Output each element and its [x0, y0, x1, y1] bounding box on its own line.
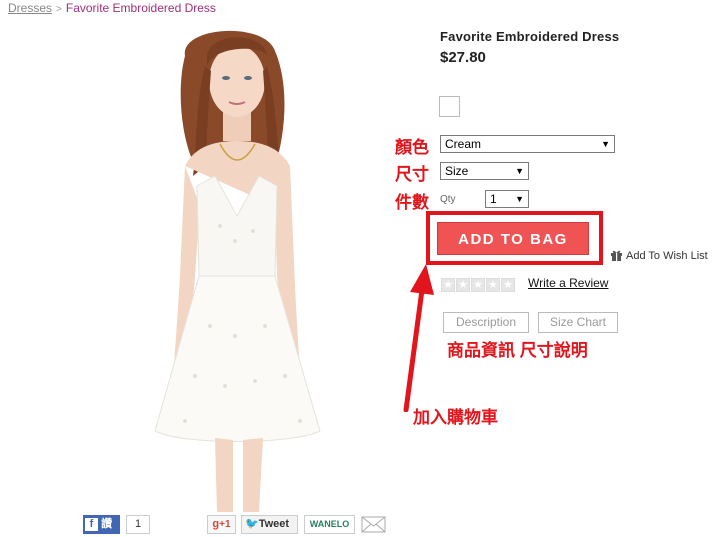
annotation-tabs-note: 商品資訊 尺寸說明: [447, 341, 588, 360]
envelope-icon: [361, 516, 386, 533]
facebook-like-label: 讚: [101, 518, 113, 530]
write-review-link[interactable]: Write a Review: [528, 276, 608, 290]
qty-label: Qty: [440, 194, 456, 205]
add-to-bag-button[interactable]: ADD TO BAG: [437, 222, 589, 255]
facebook-like-button[interactable]: f 讚: [83, 515, 120, 534]
chevron-down-icon: ▼: [515, 194, 524, 204]
tab-size-chart[interactable]: Size Chart: [538, 312, 618, 333]
qty-select[interactable]: 1 ▼: [485, 190, 529, 208]
chevron-down-icon: ▼: [601, 139, 610, 149]
breadcrumb: Dresses > Favorite Embroidered Dress: [8, 1, 216, 15]
color-select[interactable]: Cream ▼: [440, 135, 615, 153]
facebook-icon: f: [85, 518, 98, 531]
star-icon: ★: [471, 278, 485, 292]
breadcrumb-dresses-link[interactable]: Dresses: [8, 1, 52, 15]
wishlist-label: Add To Wish List: [626, 250, 708, 262]
rating-stars: ★ ★ ★ ★ ★: [441, 278, 516, 296]
tweet-button[interactable]: 🐦Tweet: [241, 515, 298, 534]
gplus-label: +1: [219, 519, 231, 530]
annotation-size: 尺寸: [395, 165, 429, 184]
facebook-like-count: 1: [126, 515, 150, 534]
star-icon: ★: [501, 278, 515, 292]
add-to-wishlist-link[interactable]: Add To Wish List: [610, 249, 708, 264]
annotation-quantity: 件數: [395, 193, 429, 212]
size-select[interactable]: Size ▼: [440, 162, 529, 180]
twitter-icon: 🐦: [245, 518, 259, 530]
color-swatch-cream[interactable]: [439, 96, 460, 117]
annotation-add-to-cart: 加入購物車: [413, 408, 498, 427]
qty-select-value: 1: [490, 192, 497, 206]
product-image[interactable]: [125, 26, 350, 512]
color-select-value: Cream: [445, 137, 482, 151]
star-icon: ★: [486, 278, 500, 292]
tab-description[interactable]: Description: [443, 312, 529, 333]
annotation-arrow-icon: [403, 264, 434, 412]
size-select-value: Size: [445, 164, 469, 178]
breadcrumb-separator: >: [56, 4, 62, 15]
star-icon: ★: [441, 278, 455, 292]
google-plus-button[interactable]: g+1: [207, 515, 236, 534]
annotation-color: 顏色: [395, 138, 429, 157]
gift-icon: [610, 249, 623, 264]
chevron-down-icon: ▼: [515, 166, 524, 176]
star-icon: ★: [456, 278, 470, 292]
product-price: $27.80: [440, 49, 486, 66]
product-title: Favorite Embroidered Dress: [440, 29, 620, 44]
breadcrumb-current: Favorite Embroidered Dress: [65, 1, 216, 15]
tweet-label: Tweet: [258, 518, 290, 530]
wanelo-button[interactable]: WANELO: [304, 515, 355, 534]
email-share-button[interactable]: [361, 515, 386, 534]
